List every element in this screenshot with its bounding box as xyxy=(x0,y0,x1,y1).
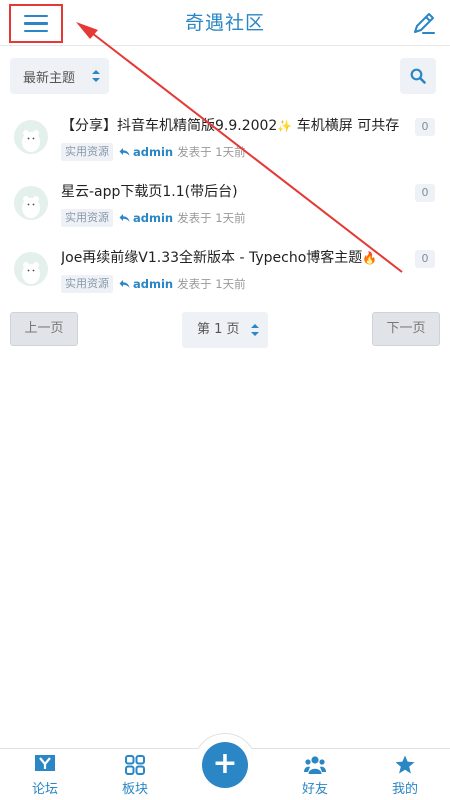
reply-icon xyxy=(119,280,130,288)
friends-icon xyxy=(304,756,326,774)
pagination: 上一页 第 1 页 下一页 xyxy=(0,312,450,348)
reply-icon xyxy=(119,214,130,222)
page-title: 奇遇社区 xyxy=(184,12,265,34)
post-time: 发表于 1天前 xyxy=(177,145,246,159)
post-meta: 实用资源 admin 发表于 1天前 xyxy=(61,143,246,161)
nav-mine-label: 我的 xyxy=(391,782,418,797)
prev-page-button[interactable]: 上一页 xyxy=(10,312,78,346)
top-bar: 奇遇社区 xyxy=(0,0,450,46)
reply-count: 0 xyxy=(415,184,435,202)
grid-icon xyxy=(125,755,145,775)
post-meta: 实用资源 admin 发表于 1天前 xyxy=(61,275,246,293)
search-icon xyxy=(410,68,426,84)
page-caret-icon xyxy=(251,324,259,336)
sparkle-emoji: ✨ xyxy=(277,119,293,133)
pencil-icon[interactable] xyxy=(410,9,438,37)
post-item[interactable]: Joe再续前缘V1.33全新版本 - Typecho博客主题🔥 实用资源 adm… xyxy=(0,248,450,308)
reply-count: 0 xyxy=(415,250,435,268)
post-item[interactable]: 星云-app下载页1.1(带后台) 实用资源 admin 发表于 1天前 0 xyxy=(0,182,450,242)
forum-y-icon xyxy=(35,755,55,771)
page-select[interactable]: 第 1 页 xyxy=(182,312,268,348)
reply-icon xyxy=(119,148,130,156)
page-select-label: 第 1 页 xyxy=(197,322,240,337)
avatar[interactable] xyxy=(14,252,48,286)
nav-boards-label: 板块 xyxy=(121,782,148,797)
avatar[interactable] xyxy=(14,186,48,220)
post-time: 发表于 1天前 xyxy=(177,277,246,291)
post-author[interactable]: admin xyxy=(133,277,173,291)
reply-count: 0 xyxy=(415,118,435,136)
avatar[interactable] xyxy=(14,120,48,154)
next-page-button[interactable]: 下一页 xyxy=(372,312,440,346)
post-title[interactable]: 星云-app下载页1.1(带后台) xyxy=(61,182,411,202)
post-author[interactable]: admin xyxy=(133,211,173,225)
post-item[interactable]: 【分享】抖音车机精简版9.9.2002✨ 车机横屏 可共存 实用资源 admin… xyxy=(0,116,450,176)
sort-select-label: 最新主题 xyxy=(23,70,76,86)
sort-caret-icon xyxy=(92,70,100,82)
add-button[interactable]: + xyxy=(202,742,248,788)
nav-boards[interactable]: 板块 xyxy=(105,755,165,799)
sort-select[interactable]: 最新主题 xyxy=(10,58,109,94)
post-author[interactable]: admin xyxy=(133,145,173,159)
bottom-nav: 论坛 板块 + 好友 我的 xyxy=(0,733,450,800)
post-tag[interactable]: 实用资源 xyxy=(61,209,113,227)
post-tag[interactable]: 实用资源 xyxy=(61,275,113,293)
nav-friends-label: 好友 xyxy=(301,782,328,797)
post-title[interactable]: 【分享】抖音车机精简版9.9.2002✨ 车机横屏 可共存 xyxy=(61,116,411,136)
post-tag[interactable]: 实用资源 xyxy=(61,143,113,161)
nav-mine[interactable]: 我的 xyxy=(375,755,435,799)
filter-bar: 最新主题 xyxy=(0,58,450,98)
post-title[interactable]: Joe再续前缘V1.33全新版本 - Typecho博客主题🔥 xyxy=(61,248,411,268)
search-button[interactable] xyxy=(400,58,436,94)
star-icon xyxy=(395,755,415,774)
fire-emoji: 🔥 xyxy=(362,251,378,265)
nav-friends[interactable]: 好友 xyxy=(285,755,345,799)
post-meta: 实用资源 admin 发表于 1天前 xyxy=(61,209,246,227)
post-time: 发表于 1天前 xyxy=(177,211,246,225)
nav-forum-label: 论坛 xyxy=(31,782,58,797)
nav-forum[interactable]: 论坛 xyxy=(15,755,75,799)
